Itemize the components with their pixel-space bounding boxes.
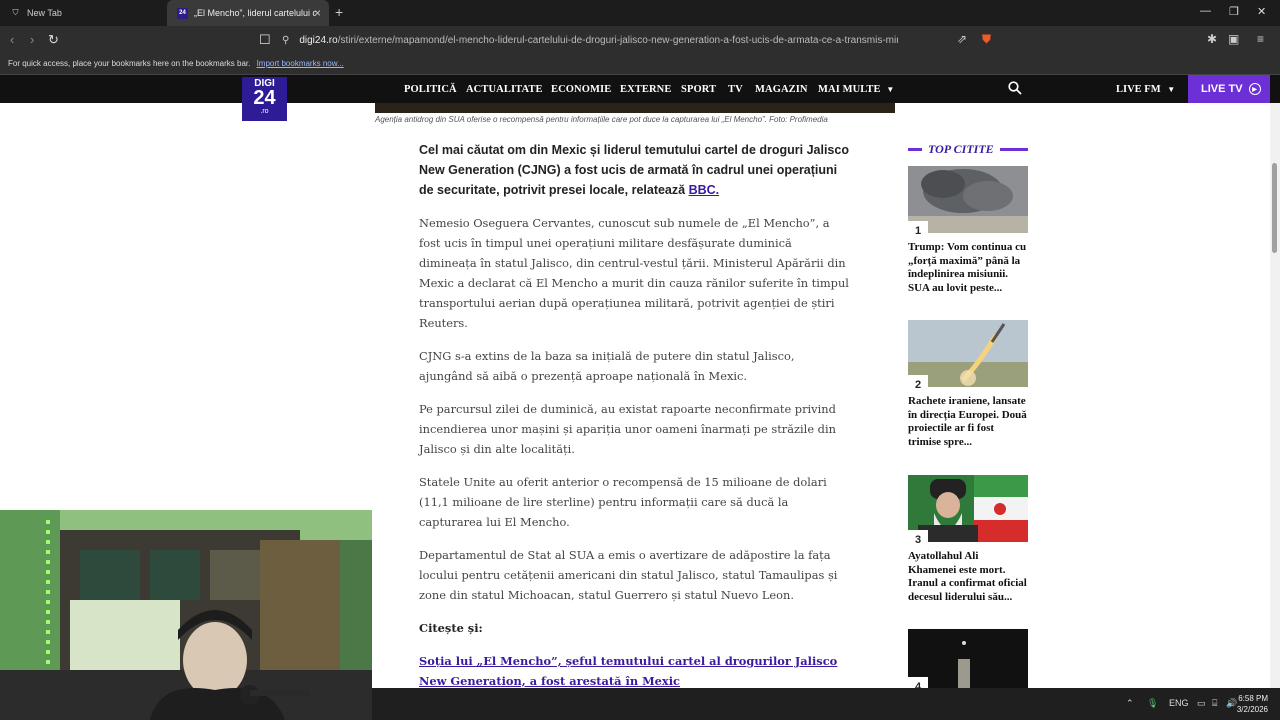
photo-caption: Agenția antidrog din SUA oferise o recom… [375,115,828,124]
microphone-icon[interactable]: 🎙 [1147,698,1158,709]
clock-time: 6:58 PM [1238,694,1268,703]
nav-mai-multe[interactable]: MAI MULTE ▼ [818,84,894,95]
keyboard-language[interactable]: ENG [1169,698,1189,708]
url-path: /stiri/externe/mapamond/el-mencho-lideru… [337,34,898,46]
top-citite-heading: TOP CITITE [908,142,1028,156]
bbc-source-link[interactable]: BBC. [689,183,720,197]
shield-icon: ⛉ [12,8,19,17]
webcam-overlay [0,510,372,720]
lead-text: Cel mai căutat om din Mexic și liderul t… [419,143,849,197]
article-thumbnail[interactable]: 2 [908,320,1028,395]
article-thumbnail[interactable]: 4 [908,629,1028,688]
top-article-title[interactable]: Trump: Vom continua cu „forță maximă” pâ… [908,241,1028,295]
bookmarks-bar: For quick access, place your bookmarks h… [0,54,1280,75]
tab-new-tab[interactable]: ⛉ New Tab [0,0,165,26]
display-icon[interactable]: ▭ [1197,698,1206,709]
article-photo [375,103,895,113]
rank-number: 1 [908,221,928,241]
play-icon: ▶ [1248,83,1261,95]
article-paragraph: Pe parcursul zilei de duminică, au exist… [419,402,836,456]
heading-bar-left [908,147,922,151]
close-tab-icon[interactable]: × [314,6,321,20]
restore-icon[interactable]: ❐ [1229,5,1239,18]
top-citite-title: TOP CITITE [928,141,994,156]
nav-magazin[interactable]: MAGAZIN [755,84,808,95]
article-paragraph: CJNG s-a extins de la baza sa inițială d… [419,349,795,383]
top-article-card[interactable]: 3 Ayatollahul Ali Khamenei este mort. Ir… [908,475,1028,604]
forward-icon[interactable]: › [30,32,34,47]
article-thumbnail[interactable]: 1 [908,166,1028,241]
rank-number: 2 [908,375,928,395]
digi24-favicon-icon: 24 [177,7,188,19]
tab-digi24-article[interactable]: 24 „El Mencho”, liderul cartelului d × [167,0,329,26]
nav-mai-multe-label: MAI MULTE [818,84,881,95]
back-icon[interactable]: ‹ [10,32,14,47]
chevron-down-icon: ▼ [886,85,895,94]
address-bar[interactable]: ⚲ digi24.ro /stiri/externe/mapamond/el-m… [252,29,1002,51]
tab-title: „El Mencho”, liderul cartelului d [194,8,316,18]
logo-text-main: 24 [253,87,276,109]
search-icon[interactable] [1008,81,1022,98]
live-tv-label: LIVE TV [1201,83,1243,95]
chevron-up-icon[interactable]: ⌃ [1126,698,1134,709]
logo-text-sub: .ro [260,108,269,115]
live-fm-button[interactable]: LIVE FM ▼ [1116,84,1175,95]
rank-number: 4 [908,677,928,688]
bookmarks-hint: For quick access, place your bookmarks h… [8,59,251,68]
live-tv-button[interactable]: LIVE TV ▶ [1188,75,1270,103]
scrollbar-thumb[interactable] [1272,163,1277,253]
browser-tab-bar: ⛉ New Tab 24 „El Mencho”, liderul cartel… [0,0,1280,26]
site-info-icon[interactable]: ⚲ [282,35,289,46]
top-article-card[interactable]: 2 Rachete iraniene, lansate în direcția … [908,320,1028,449]
windows-taskbar: ⌃ 🎙 ENG ▭ ⌸ 🔊 6:58 PM 3/2/2026 [372,688,1280,720]
clock-date: 3/2/2026 [1236,705,1268,714]
nav-actualitate[interactable]: ACTUALITATE [466,84,543,95]
top-article-card[interactable]: 4 [908,629,1028,688]
chevron-down-icon: ▼ [1167,85,1176,94]
reload-icon[interactable]: ↻ [48,32,59,48]
article-body: Cel mai căutat om din Mexic și liderul t… [419,140,851,704]
rank-number: 3 [908,530,928,550]
menu-icon[interactable]: ≡ [1257,32,1264,46]
site-navigation: POLITICĂ ACTUALITATE ECONOMIE EXTERNE SP… [0,75,1280,103]
nav-externe[interactable]: EXTERNE [620,84,671,95]
page-scrollbar[interactable] [1270,103,1280,688]
brave-shield-icon[interactable]: ⛊ [982,32,991,47]
nav-tv[interactable]: TV [728,84,743,95]
close-window-icon[interactable]: ✕ [1257,5,1266,18]
article-lead: Cel mai căutat om din Mexic și liderul t… [419,140,851,200]
wallet-icon[interactable]: ▣ [1228,32,1239,46]
extensions-icon[interactable]: ✱ [1207,32,1217,46]
browser-toolbar: ‹ › ↻ ☐ ⚲ digi24.ro /stiri/externe/mapam… [0,26,1280,54]
article-paragraph: Departamentul de Stat al SUA a emis o av… [419,548,838,602]
new-tab-plus-icon[interactable]: + [335,4,343,20]
import-bookmarks-link[interactable]: Import bookmarks now... [257,59,344,68]
top-article-title[interactable]: Rachete iraniene, lansate în direcția Eu… [908,395,1028,449]
system-clock[interactable]: 6:58 PM 3/2/2026 [1232,693,1268,715]
heading-bar-right [999,147,1028,151]
article-paragraph: Statele Unite au oferit anterior o recom… [419,475,827,529]
related-article-link[interactable]: Soția lui „El Mencho”, șeful temutului c… [419,651,851,691]
article-thumbnail[interactable]: 3 [908,475,1028,550]
live-fm-label: LIVE FM [1116,84,1161,95]
minimize-icon[interactable]: — [1200,5,1211,17]
top-article-title[interactable]: Ayatollahul Ali Khamenei este mort. Iran… [908,550,1028,604]
article-paragraph: Nemesio Oseguera Cervantes, cunoscut sub… [419,216,849,330]
top-article-card[interactable]: 1 Trump: Vom continua cu „forță maximă” … [908,166,1028,295]
nav-politica[interactable]: POLITICĂ [404,84,457,95]
tab-title: New Tab [27,8,62,18]
nav-sport[interactable]: SPORT [681,84,716,95]
share-icon[interactable]: ⇗ [957,32,967,46]
network-icon[interactable]: ⌸ [1212,698,1217,709]
url-host: digi24.ro [299,34,338,46]
digi24-logo[interactable]: DIGI 24 .ro [242,77,287,121]
read-also-heading: Citește și: [419,621,483,635]
nav-economie[interactable]: ECONOMIE [551,84,611,95]
